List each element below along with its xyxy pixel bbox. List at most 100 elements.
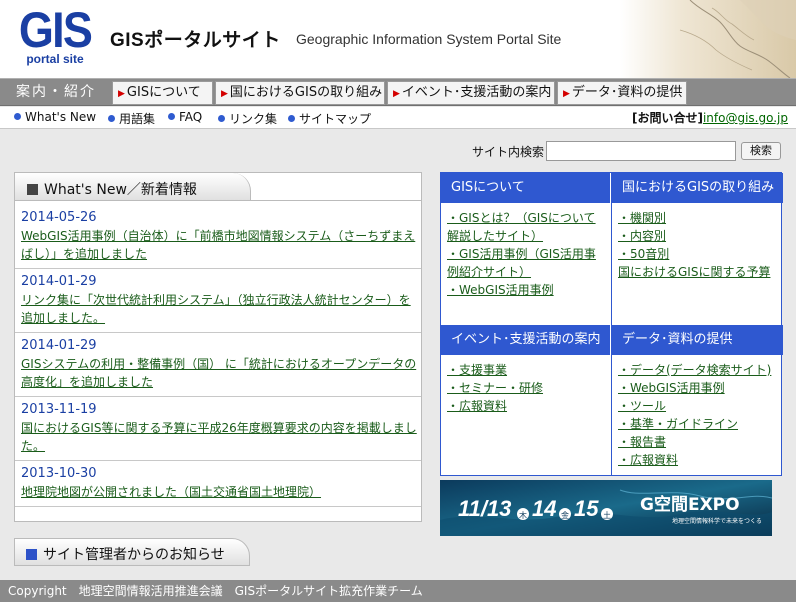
news-date: 2014-01-29 [21, 338, 97, 353]
cell-link[interactable]: ・支援事業 [447, 361, 607, 379]
search-label: サイト内検索 [472, 145, 545, 159]
cell-link[interactable]: ・データ(データ検索サイト) [618, 361, 779, 379]
link-glossary[interactable]: 用語集 [108, 110, 155, 127]
cell-link[interactable]: ・セミナー・研修 [447, 379, 607, 397]
cell-link[interactable]: ・広報資料 [447, 397, 607, 415]
main-nav: 案内・紹介 ▶ GISについて ▶ 国におけるGISの取り組み ▶ イベント･支援活動… [0, 78, 796, 106]
cell-link[interactable]: ・50音別 [618, 245, 779, 263]
banner-date3: 15 [574, 496, 599, 521]
banner-date: 11/13 [458, 496, 511, 521]
news-link[interactable]: 地理院地図が公開されました（国土交通省国土地理院） [21, 483, 419, 501]
site-title: GISポータルサイト [110, 30, 281, 51]
arrow-right-icon: ▶ [118, 89, 125, 99]
bullet-icon [288, 115, 295, 122]
bullet-icon [108, 115, 115, 122]
tab-label: 国におけるGISの取り組み [229, 85, 383, 100]
cell-link[interactable]: ・WebGIS活用事例 [447, 281, 607, 299]
bullet-icon [168, 113, 175, 120]
news-date: 2014-01-29 [21, 274, 97, 289]
arrow-right-icon: ▶ [221, 89, 228, 99]
search-button[interactable]: 検索 [741, 142, 781, 160]
cell-link[interactable]: ・広報資料 [618, 451, 779, 469]
cell-link[interactable]: ・基準・ガイドライン [618, 415, 779, 433]
header-map-image [620, 0, 796, 78]
link-label: リンク集 [229, 112, 278, 126]
news-title-text: What's New／新着情報 [44, 182, 197, 198]
cell-title[interactable]: イベント･支援活動の案内 [441, 325, 611, 355]
admin-title-text: サイト管理者からのお知らせ [43, 547, 225, 563]
cell-link[interactable]: ・ツール [618, 397, 779, 415]
arrow-right-icon: ▶ [393, 89, 400, 99]
cell-links: ・機関別 ・内容別 ・50音別 国におけるGISに関する予算 [612, 203, 783, 281]
square-icon [26, 549, 37, 560]
cell-title[interactable]: データ･資料の提供 [612, 325, 783, 355]
cell-links: ・支援事業 ・セミナー・研修 ・広報資料 [441, 355, 611, 415]
contact-email-link[interactable]: info@gis.go.jp [703, 111, 788, 125]
bullet-icon [14, 113, 21, 120]
link-sitemap[interactable]: サイトマップ [288, 110, 371, 127]
g-expo-banner[interactable]: 11/13 木 14 金 15 土 G空間EXPO 地理空間情報科学で未来をつく… [440, 480, 772, 536]
tab-national-gis[interactable]: ▶ 国におけるGISの取り組み [215, 81, 385, 105]
link-links[interactable]: リンク集 [218, 110, 277, 127]
news-item: 2013-11-19 国におけるGIS等に関する予算に平成26年度概算要求の内容… [15, 397, 421, 461]
cell-data: データ･資料の提供 ・データ(データ検索サイト) ・WebGIS活用事例 ・ツー… [612, 325, 783, 475]
news-link[interactable]: 国におけるGIS等に関する予算に平成26年度概算要求の内容を掲載しました。 [21, 419, 419, 455]
news-header-line [251, 200, 421, 201]
news-list: 2014-05-26 WebGIS活用事例（自治体）に「前橋市地図情報システム（… [15, 205, 421, 507]
cell-about-gis: GISについて ・GISとは？（GISについて解説したサイト） ・GIS活用事例… [441, 173, 612, 325]
banner-tagline: 地理空間情報科学で未来をつくる [672, 517, 762, 525]
cell-links: ・データ(データ検索サイト) ・WebGIS活用事例 ・ツール ・基準・ガイドラ… [612, 355, 783, 469]
news-header: What's New／新着情報 [15, 173, 421, 201]
nav-intro-label: 案内・紹介 [16, 84, 96, 100]
search-input[interactable] [546, 141, 736, 161]
cell-title[interactable]: 国におけるGISの取り組み [612, 173, 783, 203]
arrow-right-icon: ▶ [563, 89, 570, 99]
cell-link[interactable]: ・WebGIS活用事例 [618, 379, 779, 397]
contact-info: [お問い合せ]info@gis.go.jp [632, 109, 788, 126]
tab-about-gis[interactable]: ▶ GISについて [112, 81, 213, 105]
site-logo[interactable]: GIS portal site [12, 4, 98, 68]
news-item: 2014-05-26 WebGIS活用事例（自治体）に「前橋市地図情報システム（… [15, 205, 421, 269]
cell-events: イベント･支援活動の案内 ・支援事業 ・セミナー・研修 ・広報資料 [441, 325, 612, 475]
banner-day3: 土 [603, 510, 611, 520]
link-label: What's New [25, 110, 97, 124]
news-link[interactable]: リンク集に「次世代統計利用システム」（独立行政法人統計センター）を追加しました。 [21, 291, 419, 327]
news-panel: What's New／新着情報 2014-05-26 WebGIS活用事例（自治… [14, 172, 422, 522]
cell-national-gis: 国におけるGISの取り組み ・機関別 ・内容別 ・50音別 国におけるGISに関… [612, 173, 783, 325]
cell-link[interactable]: ・機関別 [618, 209, 779, 227]
news-date: 2013-10-30 [21, 466, 97, 481]
link-label: サイトマップ [299, 112, 372, 126]
logo-text: GIS [18, 2, 93, 58]
cell-link[interactable]: 国におけるGISに関する予算 [618, 263, 779, 281]
news-item: 2014-01-29 リンク集に「次世代統計利用システム」（独立行政法人統計セン… [15, 269, 421, 333]
news-date: 2014-05-26 [21, 210, 97, 225]
cell-title[interactable]: GISについて [441, 173, 611, 203]
tab-label: GISについて [126, 85, 201, 100]
cell-link[interactable]: ・内容別 [618, 227, 779, 245]
contact-label: [お問い合せ] [631, 111, 703, 125]
bullet-icon [218, 115, 225, 122]
tab-events[interactable]: ▶ イベント･支援活動の案内 [387, 81, 555, 105]
link-whats-new[interactable]: What's New [14, 110, 96, 124]
site-subtitle: Geographic Information System Portal Sit… [296, 31, 562, 47]
news-link[interactable]: GISシステムの利用・整備事例（国） に「統計におけるオープンデータの高度化」を… [21, 355, 419, 391]
cell-link[interactable]: ・GISとは？（GISについて解説したサイト） [447, 209, 607, 245]
link-label: 用語集 [119, 112, 156, 126]
tab-data[interactable]: ▶ データ･資料の提供 [557, 81, 687, 105]
banner-date2: 14 [532, 496, 556, 521]
site-header: GIS portal site GISポータルサイト Geographic In… [0, 0, 796, 78]
site-footer: Copyright 地理空間情報活用推進会議 GISポータルサイト拡充作業チーム [0, 580, 796, 602]
admin-notice-title: サイト管理者からのお知らせ [26, 544, 225, 564]
cell-link[interactable]: ・GIS活用事例（GIS活用事例紹介サイト） [447, 245, 607, 281]
category-grid: GISについて ・GISとは？（GISについて解説したサイト） ・GIS活用事例… [440, 172, 783, 476]
link-faq[interactable]: FAQ [168, 110, 202, 124]
news-item: 2013-10-30 地理院地図が公開されました（国土交通省国土地理院） [15, 461, 421, 507]
news-item: 2014-01-29 GISシステムの利用・整備事例（国） に「統計におけるオー… [15, 333, 421, 397]
banner-expo-title: G空間EXPO [640, 494, 740, 515]
cell-link[interactable]: ・報告書 [618, 433, 779, 451]
banner-day2: 金 [561, 510, 569, 520]
admin-notice-header: サイト管理者からのお知らせ [14, 538, 422, 566]
cell-links: ・GISとは？（GISについて解説したサイト） ・GIS活用事例（GIS活用事例… [441, 203, 611, 299]
news-link[interactable]: WebGIS活用事例（自治体）に「前橋市地図情報システム（さーちずまえばし）」を… [21, 227, 419, 263]
sub-nav: What's New 用語集 FAQ リンク集 サイトマップ [お問い合せ]in… [0, 107, 796, 129]
